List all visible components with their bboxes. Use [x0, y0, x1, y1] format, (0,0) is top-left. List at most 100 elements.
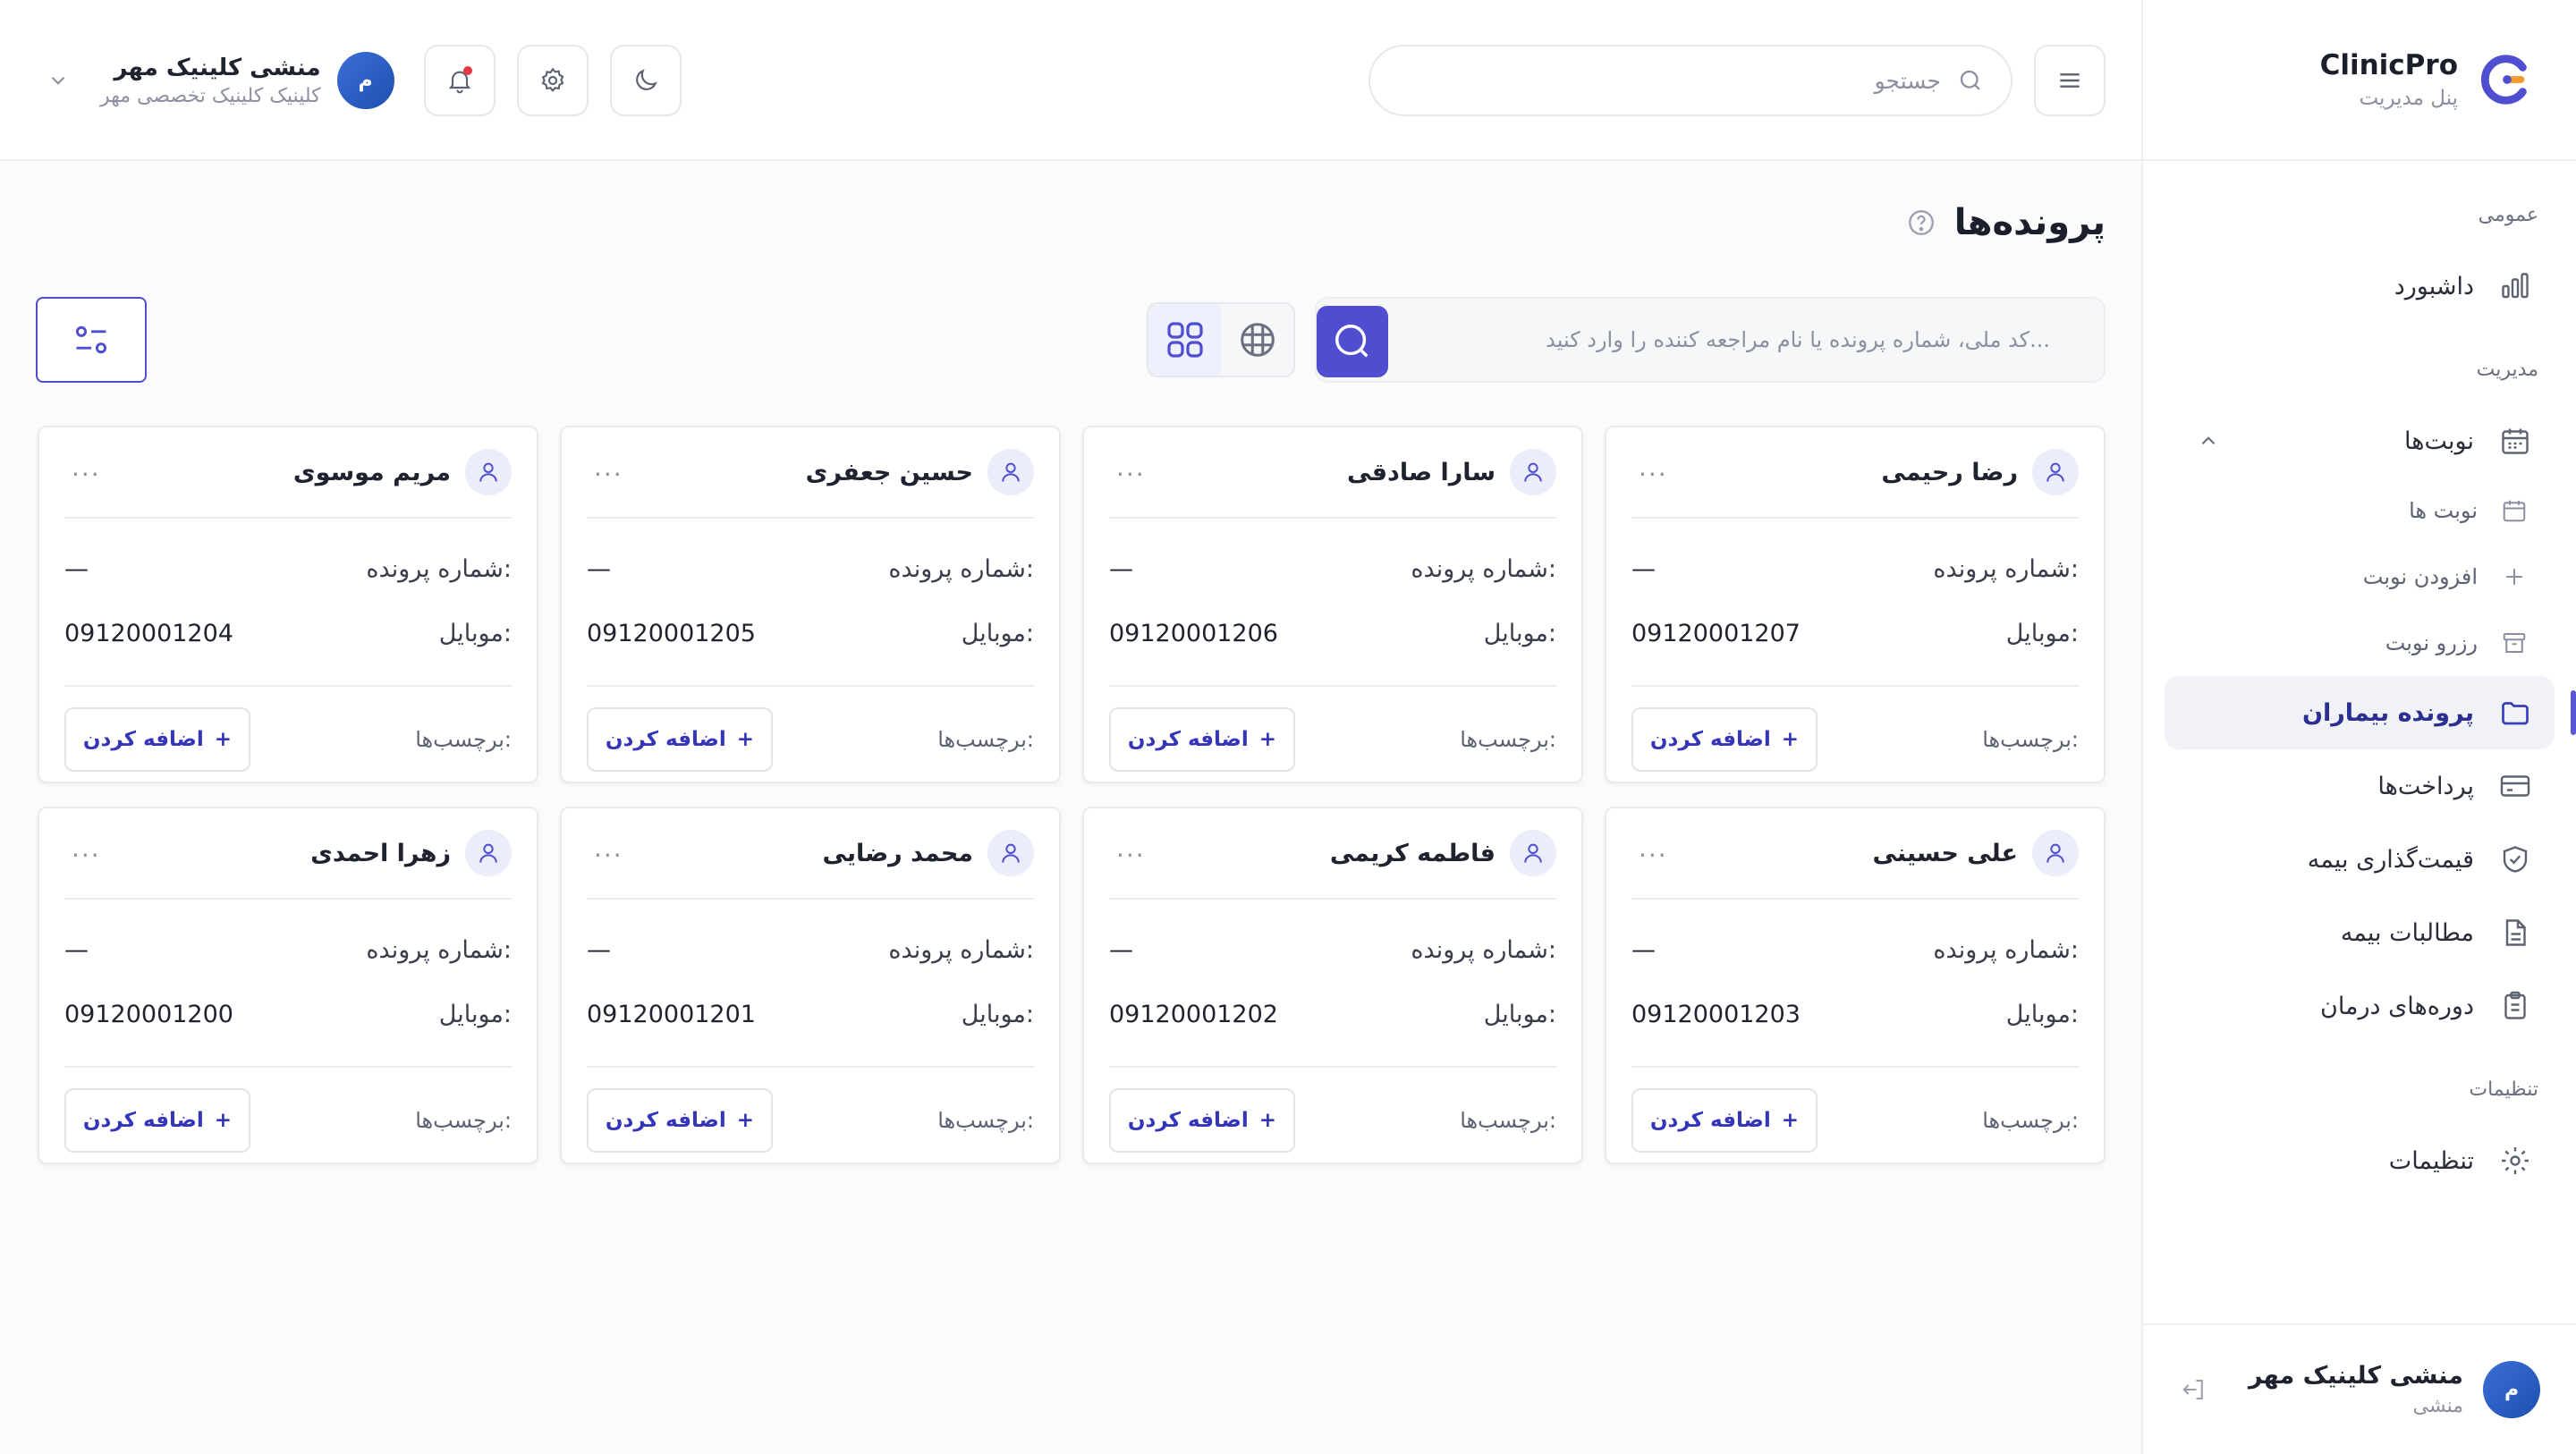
patient-card[interactable]: ··· علی حسینی — شماره پرونده: 09120001203…	[1605, 807, 2106, 1164]
add-tag-button[interactable]: اضافه کردن +	[1109, 707, 1295, 772]
calendar-icon	[2502, 428, 2529, 454]
notifications-button[interactable]	[424, 45, 496, 116]
sidebar-item-label: دوره‌های درمان	[2319, 992, 2474, 1020]
document-icon	[2505, 919, 2526, 946]
sidebar-subitem-add-appointment[interactable]: افزودن نوبت	[2165, 544, 2555, 610]
sidebar-item-treatment-courses[interactable]: دوره‌های درمان	[2165, 969, 2555, 1043]
more-options-icon[interactable]: ···	[594, 460, 623, 489]
view-toggle	[1147, 302, 1295, 377]
mobile-label: موبایل:	[1483, 1000, 1556, 1028]
sidebar-subitem-appointments[interactable]: نوبت ها	[2165, 478, 2555, 544]
mobile-label: موبایل:	[961, 619, 1034, 647]
sidebar-user-footer: منشی کلینیک مهر منشی م	[2143, 1323, 2576, 1454]
patient-card[interactable]: ··· رضا رحیمی — شماره پرونده: 09120001207…	[1605, 426, 2106, 783]
add-tag-label: اضافه کردن	[605, 1109, 726, 1132]
patient-card[interactable]: ··· فاطمه کریمی — شماره پرونده: 091200012…	[1082, 807, 1583, 1164]
add-tag-button[interactable]: اضافه کردن +	[64, 1088, 250, 1153]
sidebar-item-label: پرونده بیماران	[2301, 698, 2474, 727]
global-search-input[interactable]	[1440, 67, 1941, 94]
tags-label: برچسب‌ها:	[1982, 727, 2079, 752]
more-options-icon[interactable]: ···	[1116, 460, 1146, 489]
patient-search-bar	[1315, 297, 2106, 383]
patient-name: مریم موسوی	[292, 458, 451, 486]
patient-name: حسین جعفری	[805, 458, 973, 486]
patient-search-input[interactable]	[1388, 327, 2050, 352]
plus-icon: +	[214, 1109, 233, 1132]
tags-label: برچسب‌ها:	[1460, 727, 1556, 752]
sidebar-item-payments[interactable]: پرداخت‌ها	[2165, 749, 2555, 823]
table-view-button[interactable]	[1221, 304, 1293, 376]
file-number-label: شماره پرونده:	[1933, 554, 2079, 583]
avatar[interactable]: م	[336, 52, 394, 109]
sidebar-item-settings[interactable]: تنظیمات	[2165, 1124, 2555, 1197]
brand-subtitle: پنل مدیریت	[2359, 87, 2458, 110]
add-tag-label: اضافه کردن	[82, 728, 204, 751]
sidebar-item-label: داشبورد	[2394, 272, 2474, 300]
help-icon[interactable]	[1906, 207, 1936, 238]
add-tag-label: اضافه کردن	[605, 728, 726, 751]
page-title: پرونده‌ها	[1953, 202, 2106, 243]
brand-name: ClinicPro	[2319, 49, 2458, 81]
search-button[interactable]	[1317, 306, 1388, 377]
shield-check-icon	[2503, 846, 2528, 873]
add-tag-button[interactable]: اضافه کردن +	[587, 1088, 773, 1153]
user-menu[interactable]: منشی کلینیک مهر کلینیک کلینیک تخصصی مهر …	[47, 45, 394, 116]
file-number-value: —	[587, 935, 611, 964]
logout-icon[interactable]	[2181, 1376, 2207, 1403]
sidebar-item-patients[interactable]: پرونده بیماران	[2165, 676, 2576, 749]
menu-toggle-button[interactable]	[2034, 45, 2106, 116]
mobile-label: موبایل:	[1483, 619, 1556, 647]
patient-card[interactable]: ··· سارا صادقی — شماره پرونده: 0912000120…	[1082, 426, 1583, 783]
avatar[interactable]: م	[2483, 1361, 2540, 1418]
sidebar-item-insurance-pricing[interactable]: قیمت‌گذاری بیمه	[2165, 823, 2555, 896]
sidebar-item-dashboard[interactable]: داشبورد	[2165, 249, 2555, 323]
sidebar-item-appointments[interactable]: نوبت‌ها	[2165, 404, 2555, 478]
sidebar-subitem-label: افزودن نوبت	[2362, 564, 2478, 589]
filter-button[interactable]	[36, 297, 147, 383]
settings-button[interactable]	[517, 45, 589, 116]
tags-label: برچسب‌ها:	[1460, 1108, 1556, 1133]
user-icon	[465, 830, 512, 876]
more-options-icon[interactable]: ···	[1639, 841, 1668, 870]
sidebar-subitem-reserve[interactable]: رزرو نوبت	[2165, 610, 2555, 676]
more-options-icon[interactable]: ···	[594, 841, 623, 870]
add-tag-button[interactable]: اضافه کردن +	[587, 707, 773, 772]
chevron-up-icon[interactable]	[2197, 429, 2220, 452]
add-tag-button[interactable]: اضافه کردن +	[1631, 707, 1818, 772]
patient-card[interactable]: ··· حسین جعفری — شماره پرونده: 0912000120…	[560, 426, 1061, 783]
plus-icon: +	[1258, 728, 1277, 751]
top-header: منشی کلینیک مهر کلینیک کلینیک تخصصی مهر …	[0, 0, 2141, 161]
tags-label: برچسب‌ها:	[415, 727, 512, 752]
sidebar-item-insurance-claims[interactable]: مطالبات بیمه	[2165, 896, 2555, 969]
header-user-name: منشی کلینیک مهر	[114, 54, 321, 81]
more-options-icon[interactable]: ···	[1116, 841, 1146, 870]
grid-icon	[1166, 322, 1203, 358]
table-icon	[1240, 323, 1275, 357]
add-tag-button[interactable]: اضافه کردن +	[1631, 1088, 1818, 1153]
more-options-icon[interactable]: ···	[1639, 460, 1668, 489]
add-tag-button[interactable]: اضافه کردن +	[64, 707, 250, 772]
footer-user-role: منشی	[2412, 1395, 2463, 1417]
add-tag-label: اضافه کردن	[1127, 728, 1249, 751]
chevron-down-icon[interactable]	[47, 69, 70, 92]
patient-card[interactable]: ··· محمد رضایی — شماره پرونده: 0912000120…	[560, 807, 1061, 1164]
grid-view-button[interactable]	[1148, 304, 1221, 376]
patient-name: محمد رضایی	[822, 839, 974, 867]
add-tag-label: اضافه کردن	[1649, 1109, 1771, 1132]
patient-card[interactable]: ··· مریم موسوی — شماره پرونده: 0912000120…	[38, 426, 538, 783]
more-options-icon[interactable]: ···	[72, 460, 101, 489]
file-number-label: شماره پرونده:	[888, 935, 1034, 964]
sidebar-item-label: مطالبات بیمه	[2340, 918, 2474, 947]
user-icon	[2032, 449, 2079, 495]
header-user-clinic: کلینیک کلینیک تخصصی مهر	[100, 84, 321, 107]
add-tag-button[interactable]: اضافه کردن +	[1109, 1088, 1295, 1153]
patient-card[interactable]: ··· زهرا احمدی — شماره پرونده: 0912000120…	[38, 807, 538, 1164]
plus-icon: +	[736, 1109, 755, 1132]
mobile-label: موبایل:	[438, 619, 512, 647]
mobile-label: موبایل:	[438, 1000, 512, 1028]
file-number-value: —	[64, 935, 89, 964]
theme-toggle-button[interactable]	[610, 45, 682, 116]
more-options-icon[interactable]: ···	[72, 841, 101, 870]
file-number-value: —	[64, 554, 89, 583]
clipboard-icon	[2504, 991, 2526, 1019]
